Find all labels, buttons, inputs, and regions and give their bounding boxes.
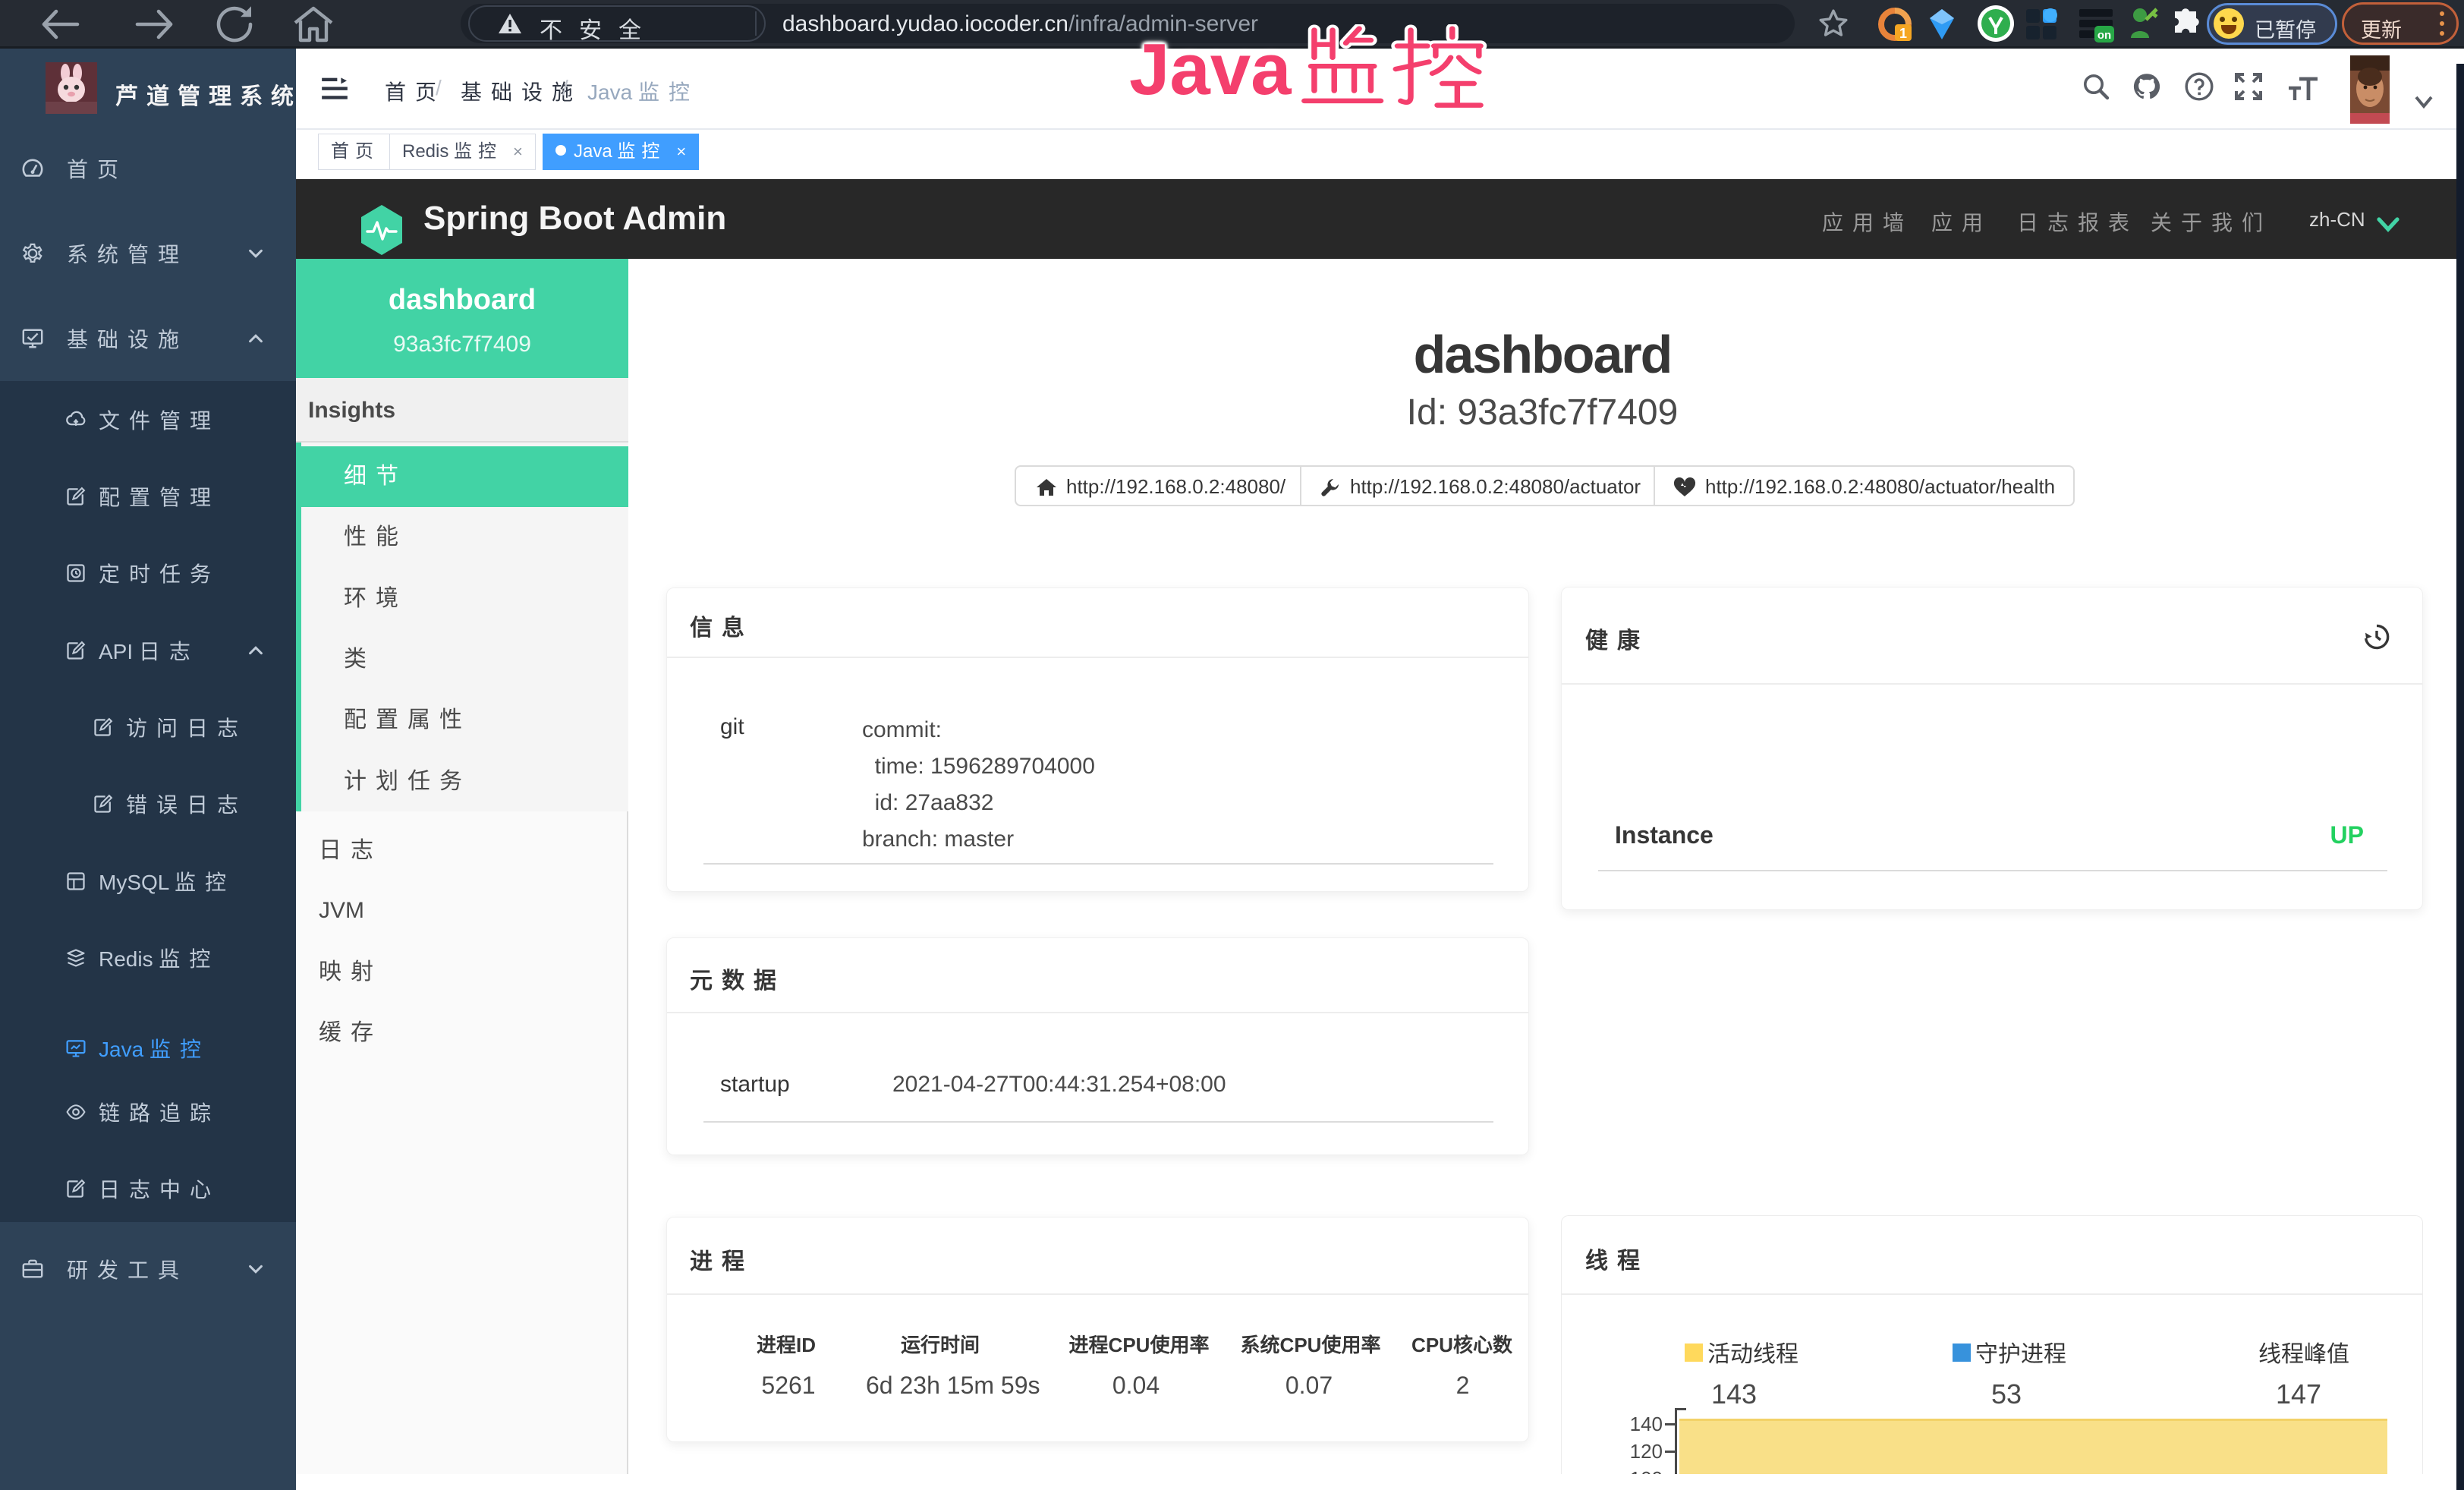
svg-text:on: on (2097, 29, 2111, 42)
svg-text:1: 1 (1899, 26, 1907, 41)
